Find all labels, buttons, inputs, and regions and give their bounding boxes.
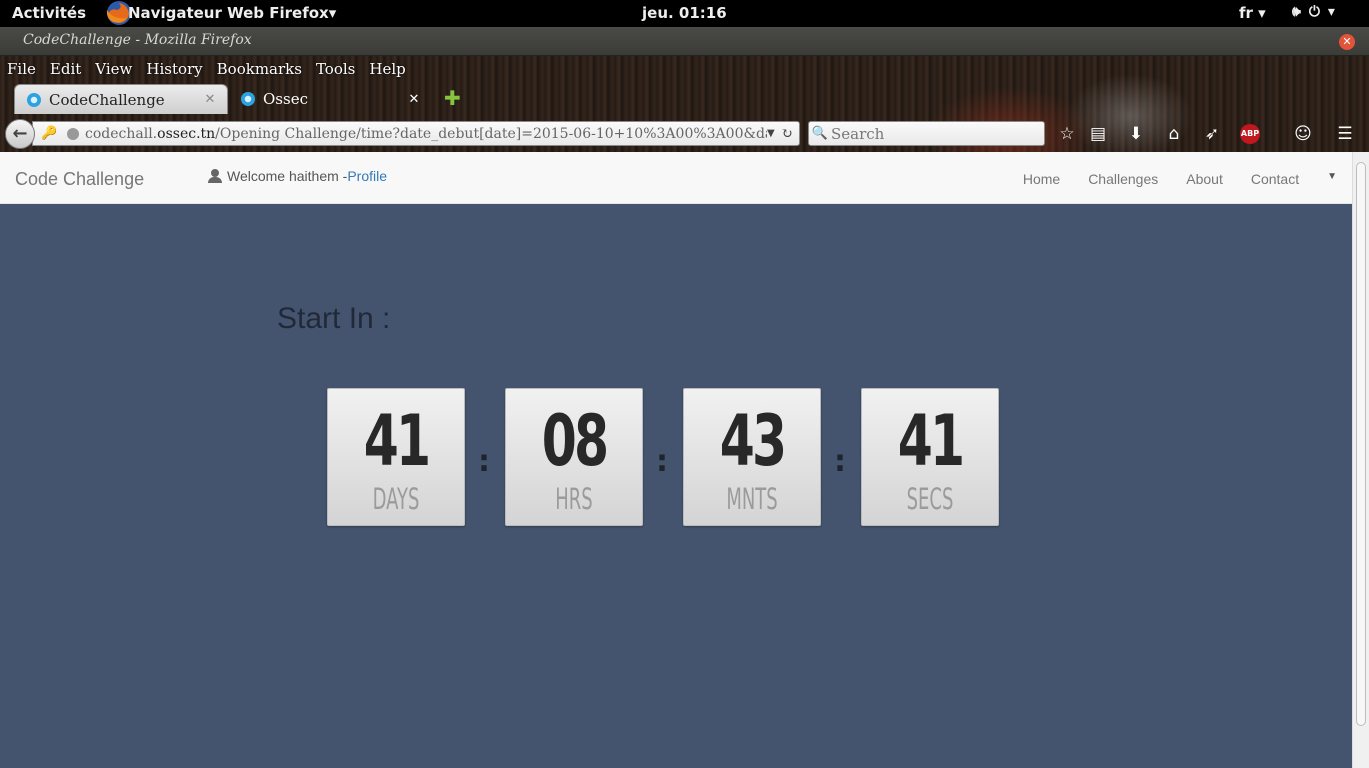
minutes-value: 43: [719, 400, 787, 482]
nav-home[interactable]: Home: [1009, 152, 1074, 204]
welcome-message: Welcome haithem - Profile: [208, 168, 387, 184]
countdown-separator: :: [478, 444, 490, 479]
menu-bookmarks[interactable]: Bookmarks: [210, 56, 309, 82]
nav-links: Home Challenges About Contact ▼: [1009, 152, 1352, 204]
nav-about[interactable]: About: [1172, 152, 1237, 204]
countdown-heading: Start In :: [277, 302, 391, 335]
key-icon[interactable]: 🔑: [41, 126, 63, 141]
new-tab-plus-icon[interactable]: ✚: [444, 88, 461, 108]
volume-icon[interactable]: 🕪: [1292, 4, 1301, 20]
window-title: CodeChallenge - Mozilla Firefox: [23, 32, 252, 48]
tab-ossec[interactable]: Ossec ✕: [229, 84, 431, 114]
countdown-seconds: 41 SECS: [861, 388, 999, 526]
app-menu[interactable]: Navigateur Web Firefox▾: [128, 4, 336, 22]
system-top-bar: Activités Navigateur Web Firefox▾ jeu. 0…: [0, 0, 1369, 27]
site-favicon-icon: [27, 92, 41, 107]
window-close-button[interactable]: ✕: [1339, 34, 1355, 50]
countdown-minutes: 43 MNTS: [683, 388, 821, 526]
menu-history[interactable]: History: [139, 56, 209, 82]
tab-label: CodeChallenge: [49, 90, 165, 109]
menu-tools[interactable]: Tools: [309, 56, 362, 82]
menu-edit[interactable]: Edit: [43, 56, 88, 82]
profile-link[interactable]: Profile: [347, 168, 387, 184]
countdown-separator: :: [656, 444, 668, 479]
hours-unit: HRS: [555, 482, 593, 516]
user-icon: [208, 169, 222, 183]
tab-close-icon[interactable]: ✕: [201, 92, 219, 107]
days-value: 41: [363, 400, 431, 482]
url-bar[interactable]: 🔑 codechall.ossec.tn/Opening Challenge/t…: [32, 121, 800, 146]
url-history-dropdown-icon[interactable]: ▼: [767, 128, 781, 139]
page-content: Code Challenge Welcome haithem - Profile…: [0, 152, 1352, 768]
home-icon[interactable]: ⌂: [1162, 122, 1186, 146]
power-icon[interactable]: ⏻: [1309, 4, 1320, 20]
window-titlebar[interactable]: CodeChallenge - Mozilla Firefox ✕: [0, 27, 1369, 56]
tab-codechallenge[interactable]: CodeChallenge ✕: [14, 84, 228, 114]
countdown-separator: :: [834, 444, 846, 479]
bookmark-star-icon[interactable]: ☆: [1055, 122, 1079, 146]
chevron-down-icon[interactable]: ▼: [1313, 152, 1352, 204]
menu-help[interactable]: Help: [362, 56, 412, 82]
clock[interactable]: jeu. 01:16: [642, 4, 727, 22]
welcome-text: Welcome haithem -: [227, 168, 348, 184]
chevron-down-icon[interactable]: ▾: [1328, 4, 1335, 20]
days-unit: DAYS: [372, 482, 420, 516]
menu-file[interactable]: File: [0, 56, 43, 82]
tab-close-icon[interactable]: ✕: [405, 92, 423, 107]
language-selector[interactable]: fr ▾: [1239, 4, 1266, 22]
navigation-toolbar: 🔑 codechall.ossec.tn/Opening Challenge/t…: [0, 116, 1369, 150]
search-icon: 🔍: [811, 126, 829, 141]
tab-label: Ossec: [263, 90, 308, 108]
countdown-days: 41 DAYS: [327, 388, 465, 526]
menu-view[interactable]: View: [88, 56, 139, 82]
nav-contact[interactable]: Contact: [1237, 152, 1313, 204]
system-tray[interactable]: 🕪 ⏻ ▾: [1292, 4, 1335, 20]
adblock-icon[interactable]: ABP: [1240, 124, 1260, 144]
search-bar[interactable]: 🔍 Search: [808, 121, 1045, 146]
seconds-value: 41: [897, 400, 965, 482]
tab-strip: CodeChallenge ✕ Ossec ✕ ✚: [0, 82, 1369, 114]
browser-chrome: File Edit View History Bookmarks Tools H…: [0, 56, 1369, 152]
menu-bar: File Edit View History Bookmarks Tools H…: [0, 56, 413, 82]
minutes-unit: MNTS: [726, 482, 778, 516]
reload-icon[interactable]: ↻: [781, 126, 799, 142]
search-placeholder: Search: [831, 124, 885, 143]
send-icon[interactable]: ➶: [1200, 122, 1224, 146]
globe-icon[interactable]: [67, 127, 79, 140]
site-navbar: Code Challenge Welcome haithem - Profile…: [0, 152, 1352, 204]
nav-challenges[interactable]: Challenges: [1074, 152, 1172, 204]
activities-button[interactable]: Activités: [12, 4, 86, 22]
hours-value: 08: [541, 400, 609, 482]
downloads-icon[interactable]: ⬇: [1124, 122, 1148, 146]
countdown-hours: 08 HRS: [505, 388, 643, 526]
site-favicon-icon: [241, 92, 255, 106]
page-scrollbar[interactable]: [1352, 152, 1369, 768]
smiley-icon[interactable]: ☺: [1291, 122, 1315, 146]
url-text[interactable]: codechall.ossec.tn/Opening Challenge/tim…: [85, 126, 767, 142]
back-button[interactable]: ←: [5, 119, 35, 149]
hamburger-menu-icon[interactable]: ☰: [1333, 122, 1357, 146]
site-brand[interactable]: Code Challenge: [15, 169, 144, 190]
bookmarks-list-icon[interactable]: ▤: [1086, 122, 1110, 146]
scrollbar-thumb[interactable]: [1356, 162, 1366, 726]
seconds-unit: SECS: [906, 482, 954, 516]
